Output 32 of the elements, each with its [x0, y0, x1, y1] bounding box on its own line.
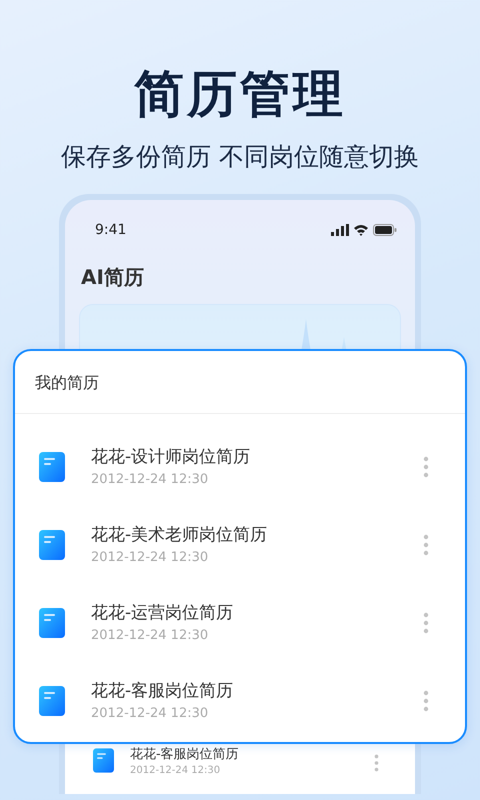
resume-title: 花花-美术老师岗位简历	[91, 524, 268, 546]
resume-date: 2012-12-24 12:30	[91, 472, 210, 488]
document-icon	[39, 686, 65, 716]
resume-date: 2012-12-24 12:30	[91, 550, 210, 566]
more-icon[interactable]	[423, 456, 429, 478]
resume-date: 2012-12-24 12:30	[91, 706, 210, 722]
wifi-icon	[353, 224, 369, 236]
more-icon[interactable]	[374, 754, 379, 772]
document-icon	[39, 452, 65, 482]
subtitle: 保存多份简历 不同岗位随意切换	[61, 141, 419, 173]
document-icon	[39, 608, 65, 638]
panel-title: 我的简历	[15, 351, 465, 414]
resume-title: 花花-客服岗位简历	[91, 680, 234, 702]
resume-item[interactable]: 花花-设计师岗位简历 2012-12-24 12:30	[15, 428, 465, 506]
resume-item[interactable]: 花花-美术老师岗位简历 2012-12-24 12:30	[15, 506, 465, 584]
document-icon	[39, 530, 65, 560]
resume-title: 花花-设计师岗位简历	[91, 446, 252, 468]
resume-item[interactable]: 花花-客服岗位简历 2012-12-24 12:30	[15, 662, 465, 740]
status-time: 9:41	[95, 222, 126, 238]
more-icon[interactable]	[423, 612, 429, 634]
battery-icon	[373, 224, 397, 236]
resume-item[interactable]: 花花-运营岗位简历 2012-12-24 12:30	[15, 584, 465, 662]
signal-icon	[331, 224, 349, 236]
headline: 简历管理	[134, 64, 346, 125]
more-icon[interactable]	[423, 534, 429, 556]
document-icon	[93, 748, 114, 773]
resume-title: 花花-客服岗位简历	[130, 746, 240, 764]
resume-date: 2012-12-24 12:30	[130, 764, 222, 777]
app-title: AI简历	[81, 264, 145, 291]
more-icon[interactable]	[423, 690, 429, 712]
resume-title: 花花-运营岗位简历	[91, 602, 234, 624]
resume-date: 2012-12-24 12:30	[91, 628, 210, 644]
